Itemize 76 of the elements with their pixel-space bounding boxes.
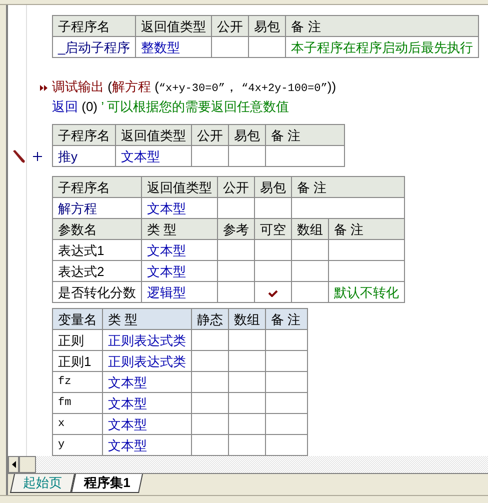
- empty-cell: [192, 372, 228, 392]
- column-header: 子程序名: [52, 124, 116, 146]
- left-triangle-icon: [12, 461, 16, 468]
- type-cell: 文本型: [102, 414, 192, 434]
- column-header: 公开: [218, 176, 254, 198]
- column-header: 数组: [228, 308, 266, 330]
- tab[interactable]: 起始页: [10, 474, 76, 493]
- empty-cell: [192, 414, 228, 434]
- empty-cell: [266, 392, 308, 414]
- empty-cell: [228, 372, 266, 392]
- column-header: 数组: [292, 218, 328, 240]
- variable-name-cell: 正则1: [52, 350, 102, 372]
- column-header: 备 注: [328, 218, 404, 240]
- column-header: 返回值类型: [136, 16, 212, 36]
- type-cell: 文本型: [142, 260, 218, 282]
- sub-name-cell: 推y: [52, 146, 116, 166]
- empty-cell: [212, 36, 249, 58]
- column-header: 返回值类型: [142, 176, 218, 198]
- type-cell: 文本型: [102, 392, 192, 414]
- param-name-cell: 表达式2: [52, 260, 142, 282]
- empty-cell: [192, 330, 228, 350]
- double-arrow-icon: [40, 84, 48, 90]
- column-header: 备 注: [292, 176, 404, 198]
- column-header: 可空: [254, 218, 292, 240]
- param-name-cell: 是否转化分数: [52, 282, 142, 302]
- column-header: 备 注: [286, 16, 479, 36]
- note-cell: 本子程序在程序启动后最先执行: [286, 36, 479, 58]
- type-cell: 正则表达式类: [102, 330, 192, 350]
- empty-cell: [192, 146, 228, 166]
- column-header: 易包: [254, 176, 292, 198]
- empty-cell: [228, 392, 266, 414]
- type-cell: 逻辑型: [142, 282, 218, 302]
- column-header: 参考: [218, 218, 254, 240]
- empty-cell: [228, 350, 266, 372]
- column-header: 类 型: [142, 218, 218, 240]
- column-header: 类 型: [102, 308, 192, 330]
- empty-cell: [192, 392, 228, 414]
- scroll-left-button[interactable]: [8, 456, 19, 473]
- column-header: 公开: [212, 16, 249, 36]
- column-header: 备 注: [266, 124, 344, 146]
- type-cell: 文本型: [116, 146, 192, 166]
- scrollbar-thumb[interactable]: [19, 456, 36, 473]
- variable-name-cell: fz: [52, 372, 102, 392]
- empty-cell: [228, 414, 266, 434]
- column-header: 参数名: [52, 218, 142, 240]
- variable-name-cell: x: [52, 414, 102, 434]
- column-header: 易包: [248, 16, 286, 36]
- type-cell: 正则表达式类: [102, 350, 192, 372]
- empty-cell: [248, 36, 286, 58]
- sub-name-cell: _启动子程序: [52, 36, 136, 58]
- column-header: 子程序名: [52, 16, 136, 36]
- empty-cell: [266, 414, 308, 434]
- type-cell: 整数型: [136, 36, 212, 58]
- type-cell: 文本型: [142, 240, 218, 260]
- note-cell: 默认不转化: [328, 282, 404, 302]
- tab[interactable]: 程序集1: [70, 474, 144, 493]
- plus-icon: [33, 152, 42, 161]
- column-header: 变量名: [52, 308, 102, 330]
- empty-cell: [228, 330, 266, 350]
- empty-cell: [228, 146, 266, 166]
- column-header: 静态: [192, 308, 228, 330]
- param-name-cell: 表达式1: [52, 240, 142, 260]
- column-header: 返回值类型: [116, 124, 192, 146]
- variable-name-cell: 正则: [52, 330, 102, 350]
- column-header: 子程序名: [52, 176, 142, 198]
- column-header: 公开: [192, 124, 228, 146]
- empty-cell: [192, 350, 228, 372]
- variable-name-cell: fm: [52, 392, 102, 414]
- code-line: 返回 (0) ’ 可以根据您的需要返回任意数值: [52, 98, 290, 116]
- pencil-icon: [12, 150, 26, 163]
- column-header: 易包: [228, 124, 266, 146]
- empty-cell: [266, 330, 308, 350]
- empty-cell: [266, 350, 308, 372]
- type-cell: 文本型: [102, 372, 192, 392]
- column-header: 备 注: [266, 308, 308, 330]
- empty-cell: [266, 372, 308, 392]
